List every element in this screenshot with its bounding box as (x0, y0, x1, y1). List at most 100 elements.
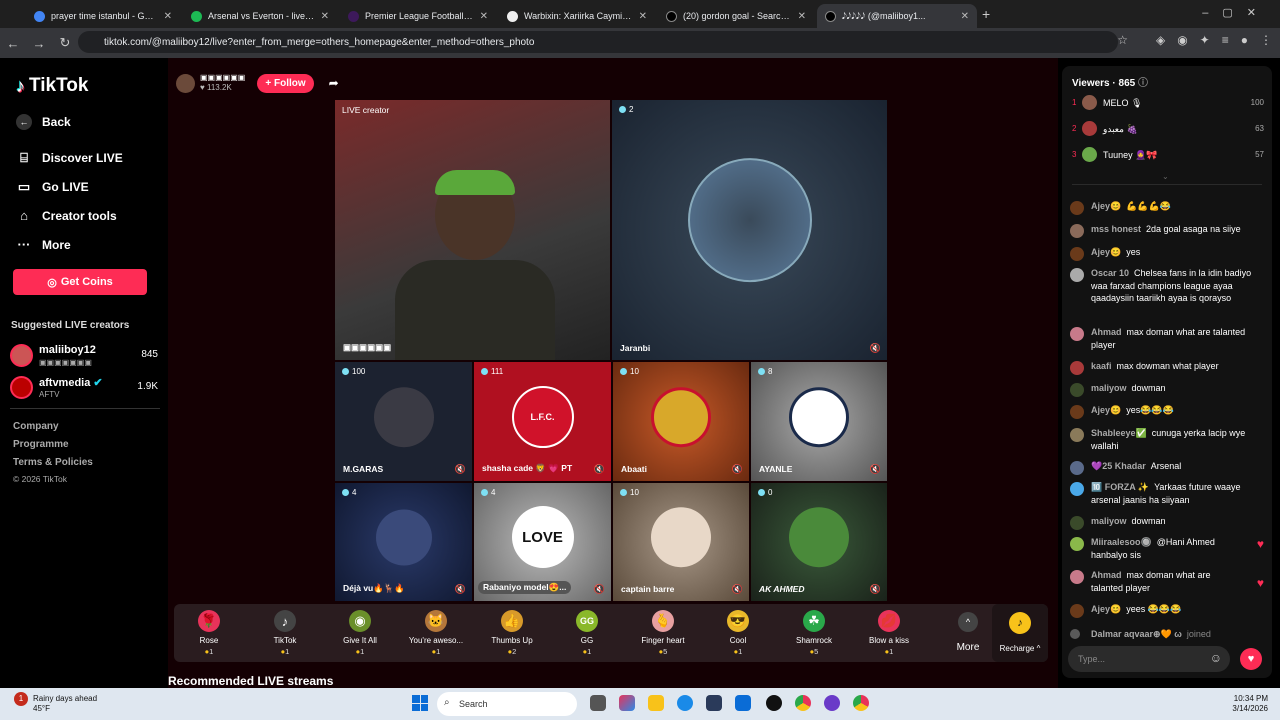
suggested-creator[interactable]: maliiboy12 ▣▣▣▣▣▣▣ 845 (10, 342, 160, 370)
close-icon[interactable]: ✕ (639, 11, 647, 22)
weather-alert-icon[interactable]: 1 (14, 692, 28, 706)
close-icon[interactable]: ✕ (164, 11, 172, 22)
close-icon[interactable]: ✕ (321, 11, 329, 22)
chat-input[interactable]: Type... ☺ (1068, 646, 1230, 672)
chat-user[interactable]: Dalmar aqvaar⊕🧡 ω (1091, 629, 1182, 639)
close-icon[interactable]: ✕ (798, 11, 806, 22)
gift-give-it-all[interactable]: ◉ Give It All ●1 (325, 604, 395, 662)
gift-gg[interactable]: GG GG ●1 (552, 604, 622, 662)
avatar[interactable] (1070, 361, 1084, 375)
weather-widget[interactable]: Rainy days ahead 45°F (33, 694, 97, 714)
chat-user[interactable]: Shableeye✅ (1091, 428, 1147, 438)
chat-user[interactable]: Miiraalesoo🔘 (1091, 537, 1152, 547)
gift-youre-awesome[interactable]: 🐱 You're aweso... ●1 (401, 604, 471, 662)
close-icon[interactable]: ✕ (480, 11, 488, 22)
send-heart-button[interactable]: ♥ (1240, 648, 1262, 670)
expand-chevron-icon[interactable]: ⌄ (1162, 172, 1169, 181)
avatar[interactable] (1070, 570, 1084, 584)
gift-blow-a-kiss[interactable]: 💋 Blow a kiss ●1 (854, 604, 924, 662)
avatar[interactable] (1070, 201, 1084, 215)
outlook-icon[interactable] (735, 695, 751, 711)
guest-tile[interactable]: 100 M.GARAS 🔇 (335, 362, 472, 481)
chat-user[interactable]: 🔟 FORZA ✨ (1091, 482, 1149, 492)
reload-icon[interactable]: ↻ (52, 35, 78, 51)
main-host-video[interactable]: LIVE creator ▣▣▣▣▣▣ (335, 100, 610, 360)
chat-user[interactable]: Ahmad (1091, 570, 1122, 580)
chat-user[interactable]: maliyow (1091, 516, 1127, 526)
nav-discover-live[interactable]: ⌸ Discover LIVE (16, 150, 123, 166)
app-icon[interactable] (824, 695, 840, 711)
nav-go-live[interactable]: ▭ Go LIVE (16, 179, 89, 195)
follow-button[interactable]: + Follow (257, 73, 314, 93)
avatar[interactable] (1070, 604, 1084, 618)
back-arrow-icon[interactable]: ← (0, 36, 26, 51)
shield-icon[interactable]: ◈ (1156, 33, 1165, 47)
footer-link-terms[interactable]: Terms & Policies (13, 457, 93, 468)
chrome-icon[interactable] (795, 695, 811, 711)
tab-5-active[interactable]: 𝅘𝅥𝅮𝅘𝅥𝅮𝅘𝅥𝅮𝅘𝅥𝅮𝅘𝅥𝅮 (@maliiboy1... ✕ (817, 4, 977, 28)
task-view-icon[interactable] (590, 695, 606, 711)
chat-user[interactable]: Ajey😊 (1091, 604, 1121, 614)
gift-cool[interactable]: 😎 Cool ●1 (703, 604, 773, 662)
guest-tile[interactable]: LOVE 4 Rabaniyo model😍... 🔇 (474, 483, 611, 601)
edge-icon[interactable] (677, 695, 693, 711)
avatar[interactable] (1070, 383, 1084, 397)
system-clock[interactable]: 10:34 PM 3/14/2026 (1232, 694, 1268, 714)
window-controls[interactable]: –▢✕ (1202, 6, 1270, 19)
playlist-icon[interactable]: ≡ (1222, 33, 1229, 47)
host-avatar[interactable] (176, 73, 195, 93)
gift-tiktok[interactable]: ♪ TikTok ●1 (250, 604, 320, 662)
avatar[interactable] (1070, 629, 1080, 639)
profile-icon[interactable]: ● (1241, 33, 1248, 47)
nav-more[interactable]: ··· More (16, 237, 71, 252)
emoji-icon[interactable]: ☺ (1210, 651, 1222, 665)
recharge-button[interactable]: ♪ Recharge ^ (992, 604, 1048, 662)
avatar[interactable] (1070, 461, 1084, 475)
guest-tile[interactable]: 4 Déjà vu🔥🦌🔥 🔇 (335, 483, 472, 601)
menu-dots-icon[interactable]: ⋮ (1260, 33, 1272, 47)
chat-user[interactable]: mss honest (1091, 224, 1141, 234)
footer-link-company[interactable]: Company (13, 421, 59, 432)
chat-user[interactable]: Ajey😊 (1091, 405, 1121, 415)
chat-user[interactable]: kaafi (1091, 361, 1112, 371)
info-icon[interactable]: ⓘ (1138, 78, 1148, 89)
chat-user[interactable]: Ajey😊 (1091, 201, 1121, 211)
top-viewer[interactable]: 3 Tuuney 🧕🎀 57 (1072, 146, 1264, 164)
avatar[interactable] (1070, 224, 1084, 238)
avatar[interactable] (1070, 327, 1084, 341)
share-icon[interactable]: ➦ (329, 76, 339, 90)
extension-icon[interactable]: ◉ (1177, 33, 1187, 47)
guest-tile[interactable]: 8 AYANLE 🔇 (751, 362, 887, 481)
guest-video-large[interactable]: 2 Jaranbi 🔇 (612, 100, 887, 360)
guest-tile[interactable]: 10 Abaati 🔇 (613, 362, 749, 481)
avatar[interactable] (1070, 268, 1084, 282)
new-tab-icon[interactable]: + (982, 6, 990, 22)
tab-4[interactable]: (20) gordon goal - Search / X ✕ (658, 4, 814, 28)
close-icon[interactable]: ✕ (961, 11, 969, 22)
gift-thumbs-up[interactable]: 👍 Thumbs Up ●2 (477, 604, 547, 662)
avatar[interactable] (1070, 428, 1084, 442)
top-viewer[interactable]: 1 MELO 🎙 100 (1072, 94, 1264, 112)
app-icon[interactable] (766, 695, 782, 711)
copilot-icon[interactable] (619, 695, 635, 711)
chat-user[interactable]: maliyow (1091, 383, 1127, 393)
heart-icon[interactable]: ♥ (1257, 538, 1264, 551)
tab-3[interactable]: Warbixin: Xariirka Caymiska ee ✕ (499, 4, 655, 28)
top-viewer[interactable]: 2 معبدو 🍇 63 (1072, 120, 1264, 138)
suggested-creator[interactable]: aftvmedia ✔ AFTV 1.9K (10, 374, 160, 402)
avatar[interactable] (1070, 247, 1084, 261)
get-coins-button[interactable]: ◎ Get Coins (13, 269, 147, 295)
guest-tile[interactable]: L.F.C. 111 shasha cade 🦁 💗 PT 🔇 (474, 362, 611, 481)
avatar[interactable] (1070, 405, 1084, 419)
tab-1[interactable]: Arsenal vs Everton - live score, g ✕ (183, 4, 337, 28)
chat-user[interactable]: Oscar 10 (1091, 268, 1129, 278)
chat-user[interactable]: 💜25 Khadar (1091, 461, 1146, 471)
bookmark-star-icon[interactable]: ☆ (1117, 33, 1128, 47)
tab-0[interactable]: prayer time istanbul - Google S ✕ (26, 4, 180, 28)
guest-tile[interactable]: 0 AK AHMED 🔇 (751, 483, 887, 601)
heart-icon[interactable]: ♥ (1257, 577, 1264, 590)
more-gifts-button[interactable]: ^ More (948, 604, 988, 662)
avatar[interactable] (1070, 516, 1084, 530)
nav-creator-tools[interactable]: ⌂ Creator tools (16, 208, 117, 223)
puzzle-icon[interactable]: ✦ (1200, 33, 1210, 47)
